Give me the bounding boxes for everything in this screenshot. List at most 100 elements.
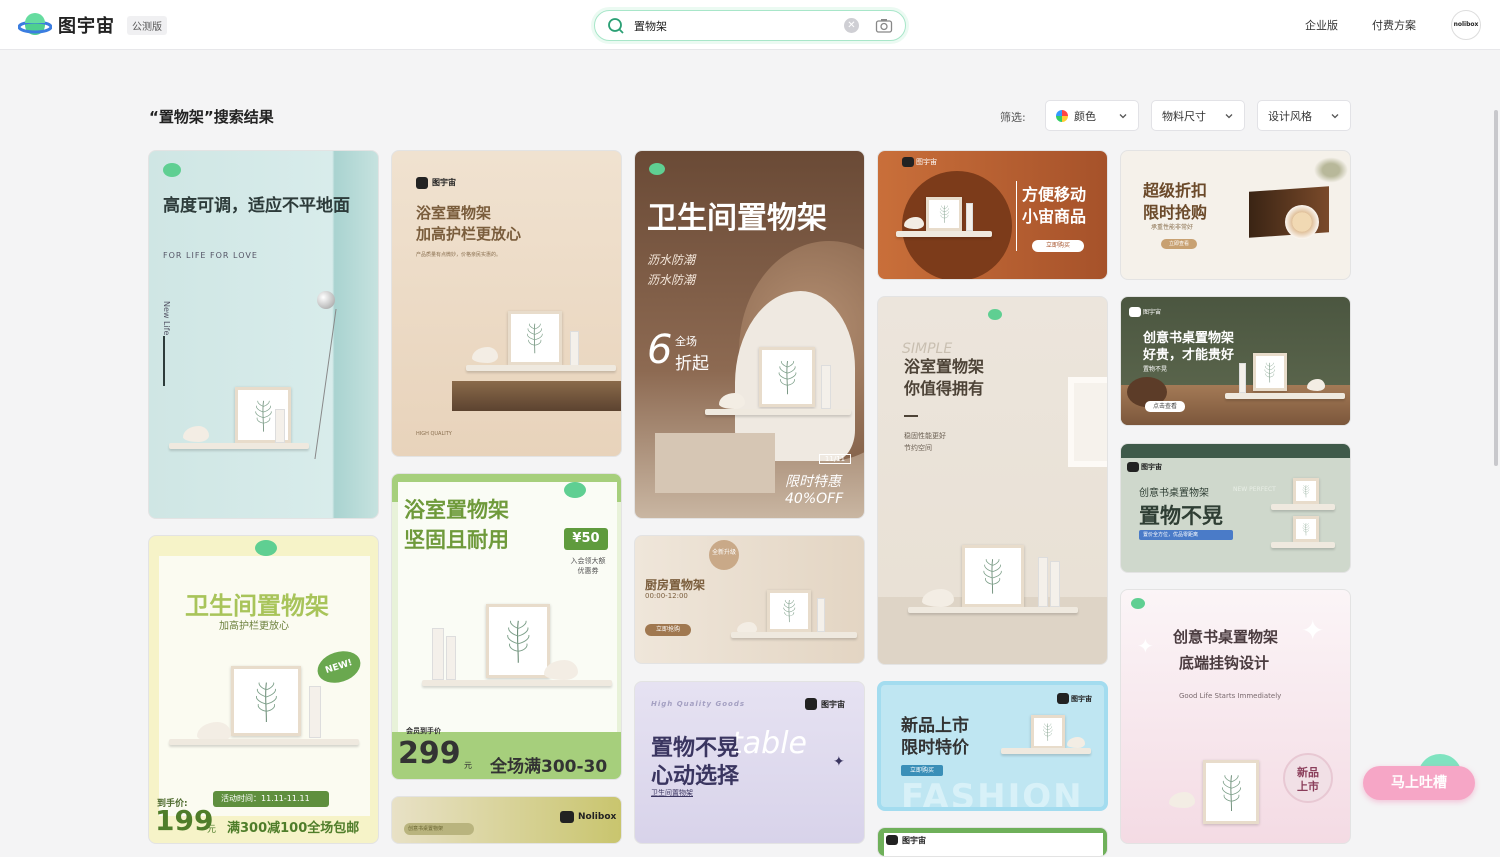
filter-style-dropdown[interactable]: 设计风格 [1257, 100, 1351, 131]
brand-logo-icon [1127, 462, 1139, 472]
shelf [422, 680, 612, 686]
card-en: Good Life Starts Immediately [1179, 692, 1282, 700]
template-card-11[interactable]: 图宇宙 创意书桌置物架 NEW PERFECT 置物不晃 置价全方位，优品零距离 [1120, 443, 1351, 573]
scrollbar-thumb[interactable] [1494, 110, 1498, 466]
template-card-13[interactable]: High Quality Goods 图宇宙 table 置物不晃 心动选择 卫… [634, 681, 865, 844]
template-card-16[interactable]: 创意书桌置物架 底端挂钩设计 Good Life Starts Immediat… [1120, 589, 1351, 844]
card-title-1: 创意书桌置物架 [1173, 628, 1279, 646]
wall-frame-decoration [1068, 377, 1107, 467]
bird-figurine [719, 393, 745, 409]
card-sub: 置物不晃 [1143, 366, 1168, 373]
promo-text: 全场满300-30 [490, 757, 608, 777]
bird-figurine [472, 347, 498, 363]
card-title: 厨房置物架 [645, 578, 706, 592]
template-card-6[interactable]: 卫生间置物架 加高护栏更放心 NEW! 活动时间：11.11-11.11 到手价… [148, 535, 379, 844]
nav-pricing[interactable]: 付费方案 [1372, 17, 1416, 33]
shelf [908, 607, 1078, 613]
card-title-2: 底端挂钩设计 [1179, 654, 1270, 672]
upgrade-badge: 全新升级 [709, 540, 739, 570]
filter-size-dropdown[interactable]: 物料尺寸 [1151, 100, 1245, 131]
template-card-5[interactable]: 超级折扣 限时抢购 承重性能非常好 立即查看 [1120, 150, 1351, 280]
planet-logo-icon [988, 309, 1002, 320]
buy-button[interactable]: 立即抢购 [645, 624, 691, 636]
shelf [169, 739, 359, 745]
new-badge: 新品 上市 [1283, 753, 1333, 803]
sparkle-icon: ✦ [1301, 614, 1325, 647]
planet-logo-icon [17, 11, 53, 39]
time-text: 00:00-12:00 [645, 592, 688, 600]
planet-logo-icon [649, 163, 665, 175]
shelf [169, 443, 309, 449]
buy-button[interactable]: 立即购买 [901, 765, 943, 776]
plant-frame [231, 666, 301, 736]
plant-frame [1031, 715, 1065, 749]
plant-frame [1293, 478, 1319, 504]
card-subtitle: 加高护栏更放心 [219, 621, 289, 632]
card-title-2: 心动选择 [651, 764, 740, 789]
template-card-4[interactable]: 图宇宙 方便移动 小宙商品 立即购买 [877, 150, 1108, 280]
card-tag: 置价全方位，优品零距离 [1139, 530, 1233, 540]
template-card-8[interactable]: 全新升级 厨房置物架 00:00-12:00 立即抢购 [634, 535, 865, 664]
template-card-12[interactable]: 创意书桌置物架 Nolibox [391, 796, 622, 844]
nav-enterprise[interactable]: 企业版 [1305, 17, 1338, 33]
beta-badge: 公测版 [127, 15, 167, 35]
logo[interactable]: 图宇宙 公测版 [17, 11, 167, 39]
plant-frame [962, 545, 1024, 607]
feedback-button[interactable]: 马上吐槽 [1363, 766, 1475, 800]
view-button[interactable]: 立即查看 [1161, 239, 1197, 249]
plant-frame [1203, 760, 1259, 824]
template-card-7[interactable]: 浴室置物架 坚固且耐用 ¥50 入会领大额 优惠券 会员到手价 299 元 全场… [391, 473, 622, 780]
logo-text: 图宇宙 [58, 16, 115, 37]
card-title-1: 超级折扣 [1143, 181, 1208, 200]
book [309, 686, 321, 738]
search-input[interactable] [634, 17, 834, 35]
price: 199 [155, 804, 214, 837]
member-label: 会员到手价 [406, 727, 441, 735]
shelf [896, 231, 992, 237]
brand-name: 图宇宙 [1141, 463, 1162, 471]
leaf-decoration [1311, 155, 1350, 185]
scrollbar[interactable] [1492, 50, 1500, 844]
book [817, 598, 825, 632]
avatar[interactable]: nolibox [1451, 10, 1481, 40]
template-card-14[interactable]: FASHION 图宇宙 新品上市 限时特价 立即购买 [877, 681, 1108, 811]
shelf [705, 409, 851, 415]
bird-figurine [183, 426, 209, 442]
view-button[interactable]: 点击查看 [1145, 401, 1185, 412]
date-tag: 11/11 [819, 454, 851, 464]
feature-2: 节约空间 [904, 444, 932, 452]
search-box: ✕ [594, 10, 906, 41]
template-card-2[interactable]: 图宇宙 浴室置物架 加高护栏更放心 产品质量有点微妙，价格亲民实惠的。 HIGH… [391, 150, 622, 457]
camera-icon[interactable] [875, 17, 893, 39]
filter-color-dropdown[interactable]: 颜色 [1045, 100, 1139, 131]
book [1038, 557, 1048, 607]
card-title: 卫生间置物架 [185, 592, 329, 620]
promo-text: 满300减100全场包邮 [227, 821, 360, 836]
card-header-band [1121, 444, 1350, 458]
card-title: 置物不晃 [1139, 504, 1223, 528]
card-title-2: 限时抢购 [1143, 203, 1208, 222]
template-card-3[interactable]: 卫生间置物架 沥水防潮 沥水防潮 6 全场 折起 11/11 限时特惠 40%O… [634, 150, 865, 519]
template-card-10[interactable]: 图宇宙 创意书桌置物架 好贵，才能贵好 置物不晃 点击查看 [1120, 296, 1351, 426]
clear-icon[interactable]: ✕ [844, 18, 859, 33]
buy-button[interactable]: 立即购买 [1032, 240, 1084, 252]
plant-frame [1293, 516, 1319, 542]
search-icon[interactable] [607, 17, 625, 39]
card-title-1: 浴室置物架 [404, 498, 509, 522]
planet-logo-icon [1131, 598, 1145, 609]
activity-badge: 活动时间：11.11-11.11 [213, 791, 329, 807]
card-title-2: 你值得拥有 [904, 379, 985, 398]
template-card-15[interactable]: 图宇宙 [877, 827, 1108, 857]
card-title-1: 方便移动 [1022, 185, 1087, 204]
brand-logo-icon [1129, 307, 1141, 317]
book [275, 409, 285, 443]
filter-color-label: 颜色 [1074, 109, 1096, 123]
price: 299 [398, 736, 461, 771]
template-card-1[interactable]: 高度可调，适应不平地面 FOR LIFE FOR LOVE New Life [148, 150, 379, 519]
divider [1016, 181, 1017, 251]
template-card-9[interactable]: SIMPLE 浴室置物架 你值得拥有 稳固性能更好 节约空间 [877, 296, 1108, 665]
card-title-1: 浴室置物架 [904, 357, 985, 376]
brand-name: 图宇宙 [821, 700, 845, 709]
card-title-2: 小宙商品 [1022, 207, 1087, 226]
bird-figurine [1067, 737, 1085, 748]
